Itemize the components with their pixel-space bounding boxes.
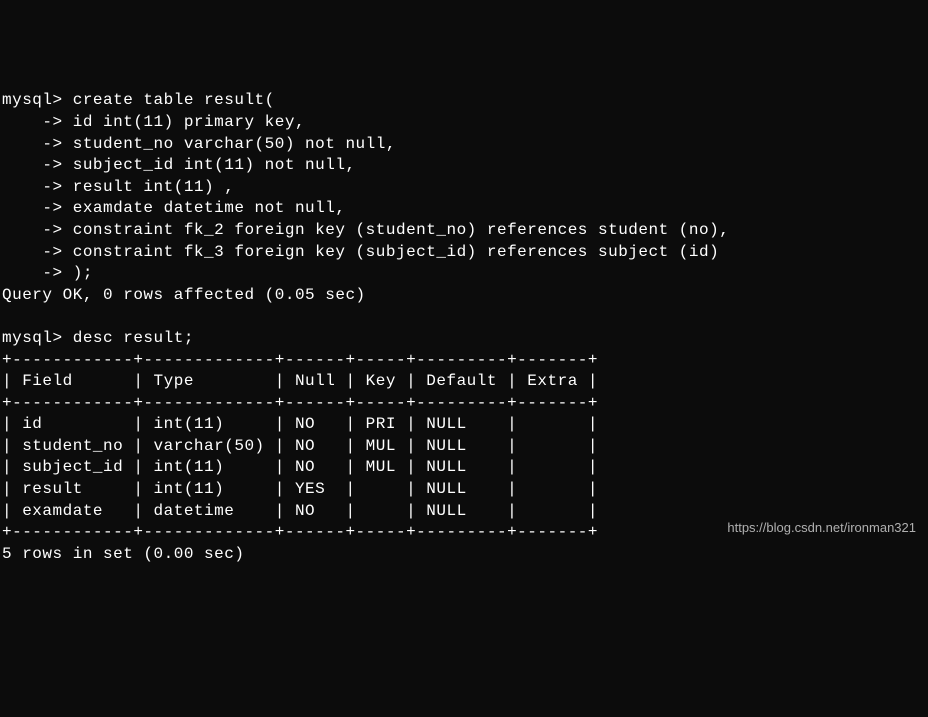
mysql-prompt: mysql>: [2, 91, 63, 109]
watermark-text: https://blog.csdn.net/ironman321: [727, 519, 916, 537]
mysql-prompt: mysql>: [2, 329, 63, 347]
sql-line: );: [63, 264, 93, 282]
cont-prompt: ->: [2, 156, 63, 174]
query-result: Query OK, 0 rows affected (0.05 sec): [2, 286, 366, 304]
table-row: | examdate | datetime | NO | | NULL | |: [2, 502, 598, 520]
sql-line: create table result(: [63, 91, 275, 109]
table-border: +------------+-------------+------+-----…: [2, 351, 598, 369]
sql-line: constraint fk_3 foreign key (subject_id)…: [63, 243, 720, 261]
terminal-output: mysql> create table result( -> id int(11…: [2, 90, 926, 565]
table-row: | subject_id | int(11) | NO | MUL | NULL…: [2, 458, 598, 476]
sql-line: result int(11) ,: [63, 178, 235, 196]
cont-prompt: ->: [2, 178, 63, 196]
cont-prompt: ->: [2, 221, 63, 239]
table-border: +------------+-------------+------+-----…: [2, 523, 598, 541]
cont-prompt: ->: [2, 113, 63, 131]
cont-prompt: ->: [2, 243, 63, 261]
table-row: | result | int(11) | YES | | NULL | |: [2, 480, 598, 498]
sql-line: subject_id int(11) not null,: [63, 156, 356, 174]
query-result: 5 rows in set (0.00 sec): [2, 545, 244, 563]
sql-line: id int(11) primary key,: [63, 113, 305, 131]
table-row: | id | int(11) | NO | PRI | NULL | |: [2, 415, 598, 433]
sql-line: student_no varchar(50) not null,: [63, 135, 396, 153]
cont-prompt: ->: [2, 135, 63, 153]
cont-prompt: ->: [2, 264, 63, 282]
table-row: | student_no | varchar(50) | NO | MUL | …: [2, 437, 598, 455]
sql-line: constraint fk_2 foreign key (student_no)…: [63, 221, 730, 239]
table-border: +------------+-------------+------+-----…: [2, 394, 598, 412]
cont-prompt: ->: [2, 199, 63, 217]
sql-line: examdate datetime not null,: [63, 199, 346, 217]
sql-line: desc result;: [63, 329, 194, 347]
table-header: | Field | Type | Null | Key | Default | …: [2, 372, 598, 390]
